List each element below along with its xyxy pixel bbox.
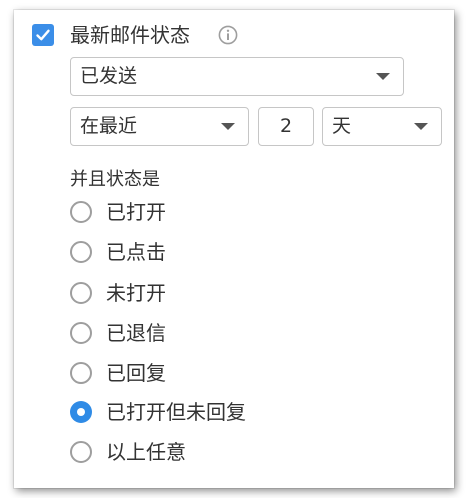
radio-label: 未打开 xyxy=(106,281,166,305)
status-select-value: 已发送 xyxy=(80,65,138,87)
chevron-down-icon xyxy=(376,73,390,80)
radio-label: 以上任意 xyxy=(106,440,186,464)
radio-button[interactable] xyxy=(70,441,92,463)
radio-button[interactable] xyxy=(70,241,92,263)
status-option-bounced[interactable]: 已退信 xyxy=(68,318,368,348)
status-option-opened[interactable]: 已打开 xyxy=(68,197,368,227)
radio-button[interactable] xyxy=(70,322,92,344)
time-unit-select[interactable]: 天 xyxy=(322,107,442,146)
status-option-any[interactable]: 以上任意 xyxy=(68,437,368,467)
time-range-select-value: 在最近 xyxy=(80,115,138,137)
email-status-checkbox[interactable] xyxy=(32,24,54,46)
radio-label: 已打开但未回复 xyxy=(106,400,246,424)
time-unit-select-value: 天 xyxy=(332,115,352,137)
status-option-not-opened[interactable]: 未打开 xyxy=(68,278,368,308)
radio-button[interactable] xyxy=(70,362,92,384)
status-option-clicked[interactable]: 已点击 xyxy=(68,237,368,267)
status-select[interactable]: 已发送 xyxy=(70,57,404,96)
time-amount-input[interactable]: 2 xyxy=(258,107,314,146)
checkmark-icon xyxy=(36,29,50,41)
radio-button[interactable] xyxy=(70,282,92,304)
status-subheading: 并且状态是 xyxy=(70,169,160,190)
radio-label: 已点击 xyxy=(106,240,166,264)
radio-button[interactable] xyxy=(70,201,92,223)
radio-label: 已退信 xyxy=(106,321,166,345)
radio-label: 已回复 xyxy=(106,361,166,385)
info-icon[interactable] xyxy=(218,25,238,45)
chevron-down-icon xyxy=(414,123,428,130)
radio-button-selected[interactable] xyxy=(70,401,92,423)
filter-title: 最新邮件状态 xyxy=(70,23,190,47)
radio-label: 已打开 xyxy=(106,200,166,224)
chevron-down-icon xyxy=(221,123,235,130)
status-option-replied[interactable]: 已回复 xyxy=(68,358,368,388)
time-range-select[interactable]: 在最近 xyxy=(70,107,249,146)
screenshot-frame: 最新邮件状态 已发送 在最近 2 天 并且状态是 已打开 已点击 未打开 已退信… xyxy=(0,0,467,498)
status-option-opened-not-replied[interactable]: 已打开但未回复 xyxy=(68,397,368,427)
